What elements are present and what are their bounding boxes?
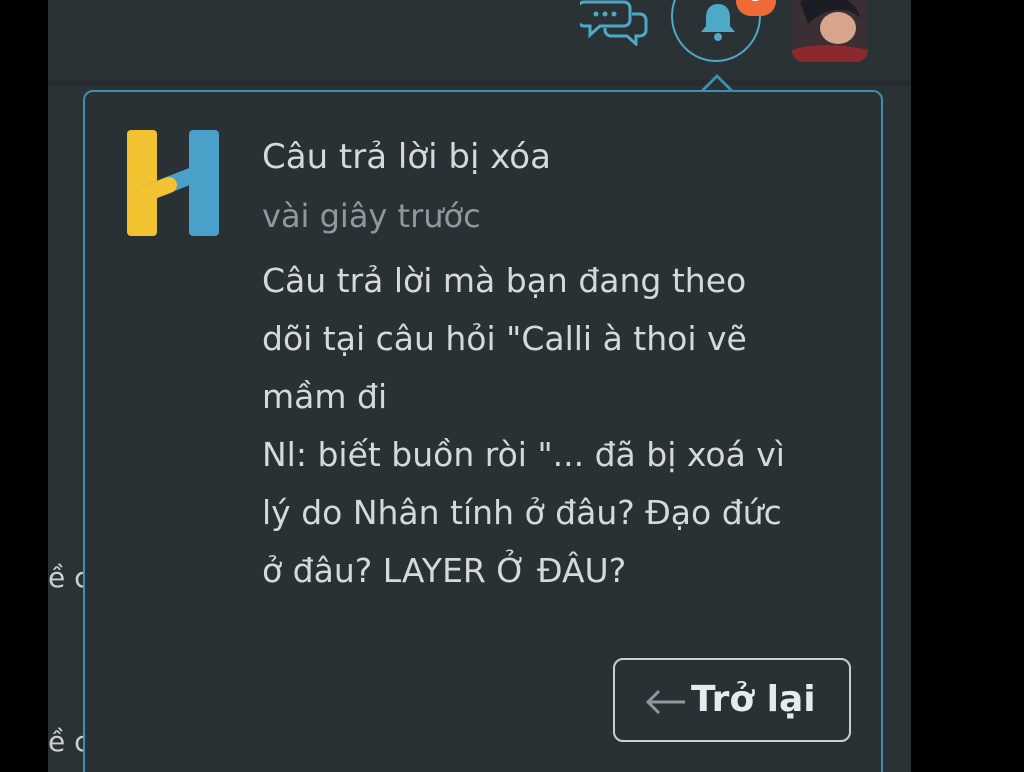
notification-count-badge: 3 xyxy=(736,0,776,16)
notification-body-line: Nl: biết buồn ròi "... đã bị xoá vì xyxy=(262,435,785,474)
notification-popover: Câu trả lời bị xóa vài giây trước Câu tr… xyxy=(83,90,883,772)
messages-button[interactable] xyxy=(576,0,650,48)
hoc24-logo-icon xyxy=(125,128,221,238)
header-divider xyxy=(48,80,911,86)
back-button[interactable]: Trở lại xyxy=(613,658,851,742)
arrow-left-icon xyxy=(645,689,685,715)
notification-body-line: dõi tại câu hỏi "Calli à thoi vẽ xyxy=(262,319,747,358)
notification-title: Câu trả lời bị xóa xyxy=(262,137,551,177)
bell-icon xyxy=(701,4,735,41)
app-window: 3 ề c ề c Câu trả lời bị xóa vài giây tr… xyxy=(48,0,911,772)
notification-body-line: Câu trả lời mà bạn đang theo xyxy=(262,261,747,300)
top-header: 3 xyxy=(48,0,911,80)
notification-body-line: mầm đi xyxy=(262,377,388,416)
avatar-image xyxy=(792,0,868,62)
user-avatar[interactable] xyxy=(792,0,868,62)
notification-body-line: ở đâu? LAYER Ở ĐÂU? xyxy=(262,551,627,590)
notification-body: Câu trả lời mà bạn đang theo dõi tại câu… xyxy=(262,252,862,600)
notification-body-line: lý do Nhân tính ở đâu? Đạo đức xyxy=(262,493,782,532)
chat-bubbles-icon xyxy=(576,0,648,48)
notification-timestamp: vài giây trước xyxy=(262,197,481,235)
back-button-label: Trở lại xyxy=(691,679,816,720)
